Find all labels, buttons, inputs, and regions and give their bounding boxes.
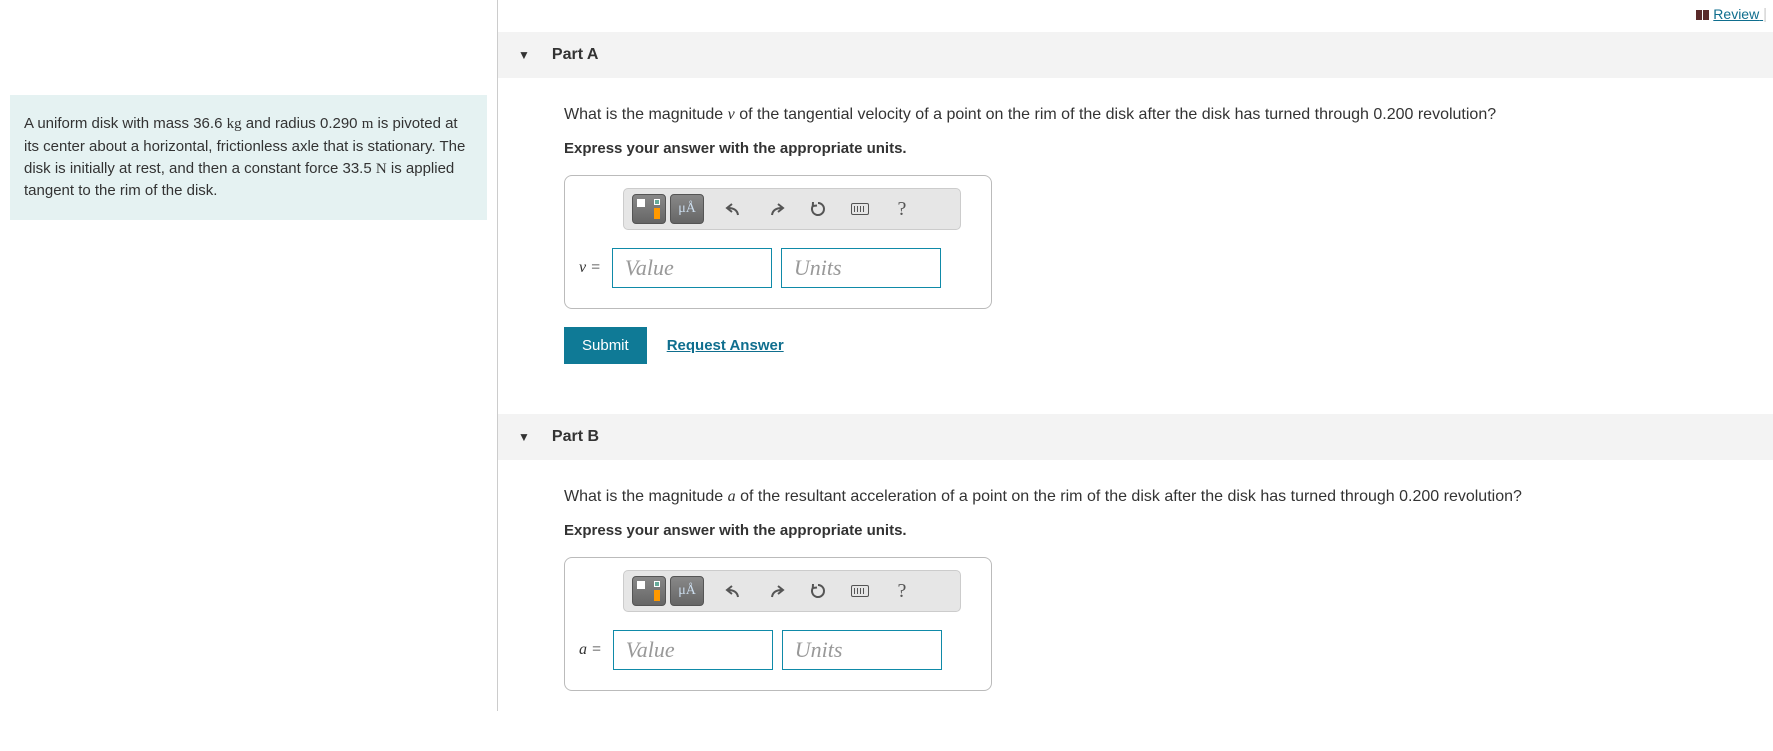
topbar: Review | — [498, 0, 1773, 26]
part-b-answer-box: μÅ ? a = — [564, 557, 992, 691]
part-a-answer-box: μÅ ? v = — [564, 175, 992, 309]
text: of the tangential velocity of a point on… — [735, 106, 1496, 123]
part-b-input-row: a = — [579, 630, 977, 670]
part-a-input-row: v = — [579, 248, 977, 288]
radius-unit: m — [362, 116, 374, 132]
part-b-title: Part B — [552, 428, 599, 446]
part-b-toolbar: μÅ ? — [623, 570, 961, 612]
text: and radius — [242, 115, 320, 132]
radius-value: 0.290 — [320, 115, 358, 132]
undo-button[interactable] — [722, 197, 746, 221]
keyboard-icon — [851, 585, 869, 597]
answer-panel: Review | ▼ Part A What is the magnitude … — [497, 0, 1773, 711]
part-a-value-input[interactable] — [612, 248, 772, 288]
reset-button[interactable] — [806, 197, 830, 221]
force-value: 33.5 — [343, 160, 372, 177]
symbols-button[interactable]: μÅ — [670, 576, 704, 606]
review-label: Review — [1713, 6, 1759, 22]
part-b-var-label: a = — [579, 641, 604, 659]
part-a-actions: Submit Request Answer — [564, 327, 1753, 364]
request-answer-link[interactable]: Request Answer — [667, 337, 784, 354]
undo-button[interactable] — [722, 579, 746, 603]
submit-button[interactable]: Submit — [564, 327, 647, 364]
part-b-question: What is the magnitude a of the resultant… — [564, 488, 1753, 506]
caret-down-icon: ▼ — [518, 48, 530, 62]
keyboard-button[interactable] — [848, 579, 872, 603]
help-button[interactable]: ? — [890, 579, 914, 603]
keyboard-icon — [851, 203, 869, 215]
text: of the resultant acceleration of a point… — [736, 488, 1522, 505]
text: What is the magnitude — [564, 106, 728, 123]
templates-button[interactable] — [632, 576, 666, 606]
tool-group: μÅ — [632, 576, 704, 606]
part-a-body: What is the magnitude v of the tangentia… — [498, 78, 1773, 384]
symbols-button[interactable]: μÅ — [670, 194, 704, 224]
redo-button[interactable] — [764, 197, 788, 221]
text: A uniform disk with mass — [24, 115, 193, 132]
part-b-instruction: Express your answer with the appropriate… — [564, 522, 1753, 539]
part-a-question: What is the magnitude v of the tangentia… — [564, 106, 1753, 124]
force-unit: N — [376, 161, 387, 177]
help-button[interactable]: ? — [890, 197, 914, 221]
part-b-body: What is the magnitude a of the resultant… — [498, 460, 1773, 711]
part-a-toolbar: μÅ ? — [623, 188, 961, 230]
part-a-header[interactable]: ▼ Part A — [498, 32, 1773, 78]
mass-value: 36.6 — [193, 115, 222, 132]
part-a-units-input[interactable] — [781, 248, 941, 288]
part-a-var-label: v = — [579, 259, 603, 277]
keyboard-button[interactable] — [848, 197, 872, 221]
book-icon — [1696, 9, 1710, 21]
variable-a: a — [728, 488, 736, 505]
mass-unit: kg — [227, 116, 242, 132]
part-b-value-input[interactable] — [613, 630, 773, 670]
problem-statement: A uniform disk with mass 36.6 kg and rad… — [10, 95, 487, 220]
problem-panel: A uniform disk with mass 36.6 kg and rad… — [0, 0, 497, 711]
caret-down-icon: ▼ — [518, 430, 530, 444]
part-b-units-input[interactable] — [782, 630, 942, 670]
reset-button[interactable] — [806, 579, 830, 603]
templates-button[interactable] — [632, 194, 666, 224]
separator: | — [1763, 6, 1767, 23]
part-a-title: Part A — [552, 46, 599, 64]
tool-group: μÅ — [632, 194, 704, 224]
review-link[interactable]: Review — [1696, 6, 1763, 22]
redo-button[interactable] — [764, 579, 788, 603]
part-b-header[interactable]: ▼ Part B — [498, 414, 1773, 460]
text: What is the magnitude — [564, 488, 728, 505]
part-a-instruction: Express your answer with the appropriate… — [564, 140, 1753, 157]
variable-v: v — [728, 106, 735, 123]
